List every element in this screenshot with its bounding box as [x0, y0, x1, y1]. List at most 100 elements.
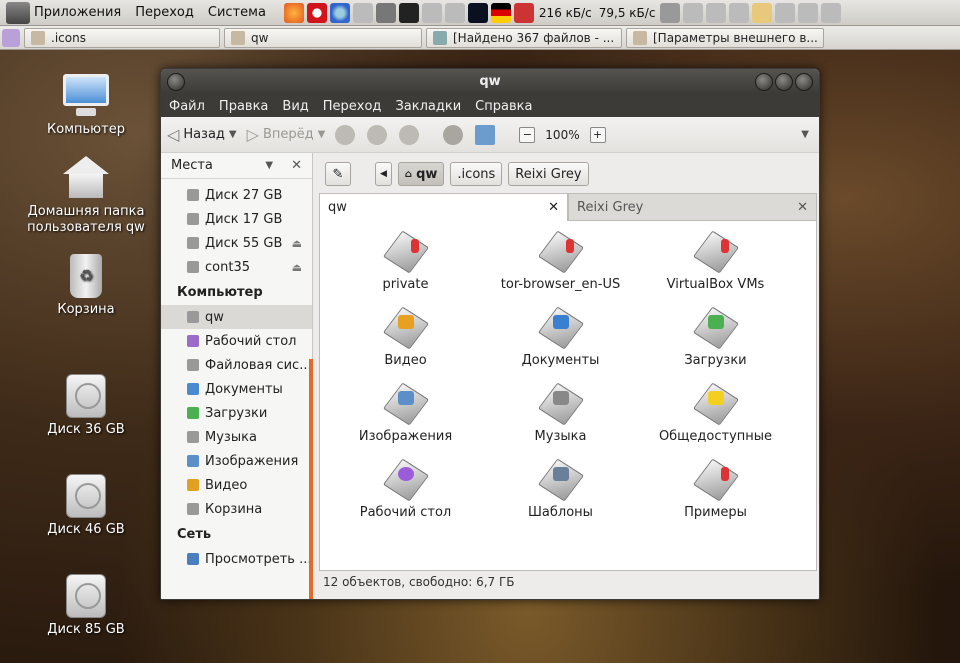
close-sidebar-icon[interactable]: ✕: [291, 158, 302, 173]
path-segment-icons[interactable]: .icons: [450, 162, 503, 186]
file-item[interactable]: tor-browser_en-US: [483, 229, 638, 305]
sidebar-header[interactable]: Места ▼ ✕: [161, 153, 312, 179]
text-editor-icon[interactable]: [752, 2, 773, 23]
desktop-home[interactable]: Домашняя папка пользователя qw: [16, 156, 156, 236]
launcher-icon[interactable]: [421, 2, 442, 23]
close-tab-icon[interactable]: ✕: [548, 200, 559, 215]
menu-go[interactable]: Переход: [323, 99, 382, 114]
zoom-in-button[interactable]: +: [589, 126, 606, 143]
launcher-icon[interactable]: [729, 2, 750, 23]
edit-location-button[interactable]: ✎: [325, 162, 351, 186]
terminal-icon[interactable]: [398, 2, 419, 23]
eject-icon[interactable]: ⏏: [292, 237, 302, 250]
file-item[interactable]: Видео: [328, 305, 483, 381]
eject-icon[interactable]: ⏏: [292, 261, 302, 274]
sidebar-item-disk-17[interactable]: Диск 17 GB: [161, 207, 312, 231]
firefox-icon[interactable]: [283, 2, 304, 23]
desktop-disk-36[interactable]: Диск 36 GB: [16, 374, 156, 437]
menu-applications[interactable]: Приложения: [34, 5, 121, 20]
sidebar-item-label: Диск 27 GB: [205, 187, 283, 203]
maximize-button[interactable]: [775, 73, 793, 91]
sidebar-item-documents[interactable]: Документы: [161, 377, 312, 401]
forward-button[interactable]: ▷ Вперёд ▼: [247, 125, 326, 144]
opera-icon[interactable]: [306, 2, 327, 23]
path-segment-reixi[interactable]: Reixi Grey: [508, 162, 589, 186]
desktop-computer[interactable]: Компьютер: [16, 74, 156, 137]
sidebar-item-disk-55[interactable]: Диск 55 GB ⏏: [161, 231, 312, 255]
sidebar-item-disk-27[interactable]: Диск 27 GB: [161, 183, 312, 207]
file-item[interactable]: Музыка: [483, 381, 638, 457]
sidebar-item-qw[interactable]: qw: [161, 305, 312, 329]
stop-icon[interactable]: [367, 124, 388, 145]
phone-icon[interactable]: [513, 2, 534, 23]
toolbar-overflow-icon[interactable]: ▼: [801, 129, 809, 140]
chevron-down-icon[interactable]: ▼: [229, 129, 237, 140]
launcher-icon[interactable]: [798, 2, 819, 23]
launcher-icon[interactable]: [821, 2, 842, 23]
reload-icon[interactable]: [399, 124, 420, 145]
sidebar-item-music[interactable]: Музыка: [161, 425, 312, 449]
menu-system[interactable]: Система: [208, 5, 266, 20]
window-titlebar[interactable]: qw: [161, 69, 819, 95]
desktop-disk-46[interactable]: Диск 46 GB: [16, 474, 156, 537]
launcher-icon[interactable]: [683, 2, 704, 23]
launcher-icon[interactable]: [706, 2, 727, 23]
task-qw[interactable]: qw: [224, 27, 422, 48]
sidebar-item-trash[interactable]: Корзина: [161, 497, 312, 521]
minimize-button[interactable]: [755, 73, 773, 91]
zoom-out-button[interactable]: −: [519, 126, 536, 143]
file-item[interactable]: private: [328, 229, 483, 305]
menu-file[interactable]: Файл: [169, 99, 205, 114]
back-button[interactable]: ◁ Назад ▼: [167, 125, 237, 144]
file-item[interactable]: Изображения: [328, 381, 483, 457]
tab-qw[interactable]: qw ✕: [319, 193, 568, 221]
system-monitor-icon[interactable]: [467, 2, 488, 23]
task-search[interactable]: [Найдено 367 файлов - ...: [426, 27, 622, 48]
up-icon[interactable]: [335, 124, 356, 145]
path-segment-qw[interactable]: ⌂ qw: [397, 162, 445, 186]
sidebar-item-videos[interactable]: Видео: [161, 473, 312, 497]
file-item[interactable]: Шаблоны: [483, 457, 638, 533]
launcher-icon[interactable]: [444, 2, 465, 23]
task-icons[interactable]: .icons: [24, 27, 220, 48]
task-appearance[interactable]: [Параметры внешнего в...: [626, 27, 824, 48]
desktop-trash[interactable]: Корзина: [16, 254, 156, 317]
sidebar-item-cont35[interactable]: cont35 ⏏: [161, 255, 312, 279]
desktop-disk-85[interactable]: Диск 85 GB: [16, 574, 156, 637]
tab-reixi-grey[interactable]: Reixi Grey ✕: [568, 193, 817, 221]
distro-logo-icon[interactable]: [6, 1, 30, 24]
window-menu-button[interactable]: [167, 73, 185, 91]
file-item[interactable]: Рабочий стол: [328, 457, 483, 533]
path-back-button[interactable]: ◀: [375, 162, 392, 186]
launcher-icon[interactable]: [352, 2, 373, 23]
menu-places[interactable]: Переход: [135, 5, 194, 20]
home-icon[interactable]: [443, 124, 464, 145]
chevron-down-icon[interactable]: ▼: [318, 129, 326, 140]
launcher-icon[interactable]: [775, 2, 796, 23]
close-tab-icon[interactable]: ✕: [797, 200, 808, 215]
file-item[interactable]: Загрузки: [638, 305, 793, 381]
menu-view[interactable]: Вид: [282, 99, 308, 114]
download-icon[interactable]: [375, 2, 396, 23]
file-item[interactable]: Примеры: [638, 457, 793, 533]
file-item[interactable]: Документы: [483, 305, 638, 381]
close-button[interactable]: [795, 73, 813, 91]
volume-icon[interactable]: [660, 2, 681, 23]
computer-icon[interactable]: [475, 124, 496, 145]
menu-bookmarks[interactable]: Закладки: [395, 99, 461, 114]
sidebar-item-pictures[interactable]: Изображения: [161, 449, 312, 473]
show-desktop-icon[interactable]: [2, 28, 20, 47]
file-item[interactable]: VirtualBox VMs: [638, 229, 793, 305]
keyboard-layout-icon[interactable]: [490, 2, 511, 23]
chromium-icon[interactable]: [329, 2, 350, 23]
pane-splitter[interactable]: [309, 359, 313, 599]
back-arrow-icon: ◁: [167, 125, 180, 144]
menu-help[interactable]: Справка: [475, 99, 532, 114]
sidebar-item-filesystem[interactable]: Файловая сис...: [161, 353, 312, 377]
sidebar-item-browse-network[interactable]: Просмотреть ...: [161, 547, 312, 571]
file-item[interactable]: Общедоступные: [638, 381, 793, 457]
menu-edit[interactable]: Правка: [219, 99, 268, 114]
sidebar-item-desktop[interactable]: Рабочий стол: [161, 329, 312, 353]
chevron-down-icon[interactable]: ▼: [265, 160, 273, 171]
sidebar-item-downloads[interactable]: Загрузки: [161, 401, 312, 425]
